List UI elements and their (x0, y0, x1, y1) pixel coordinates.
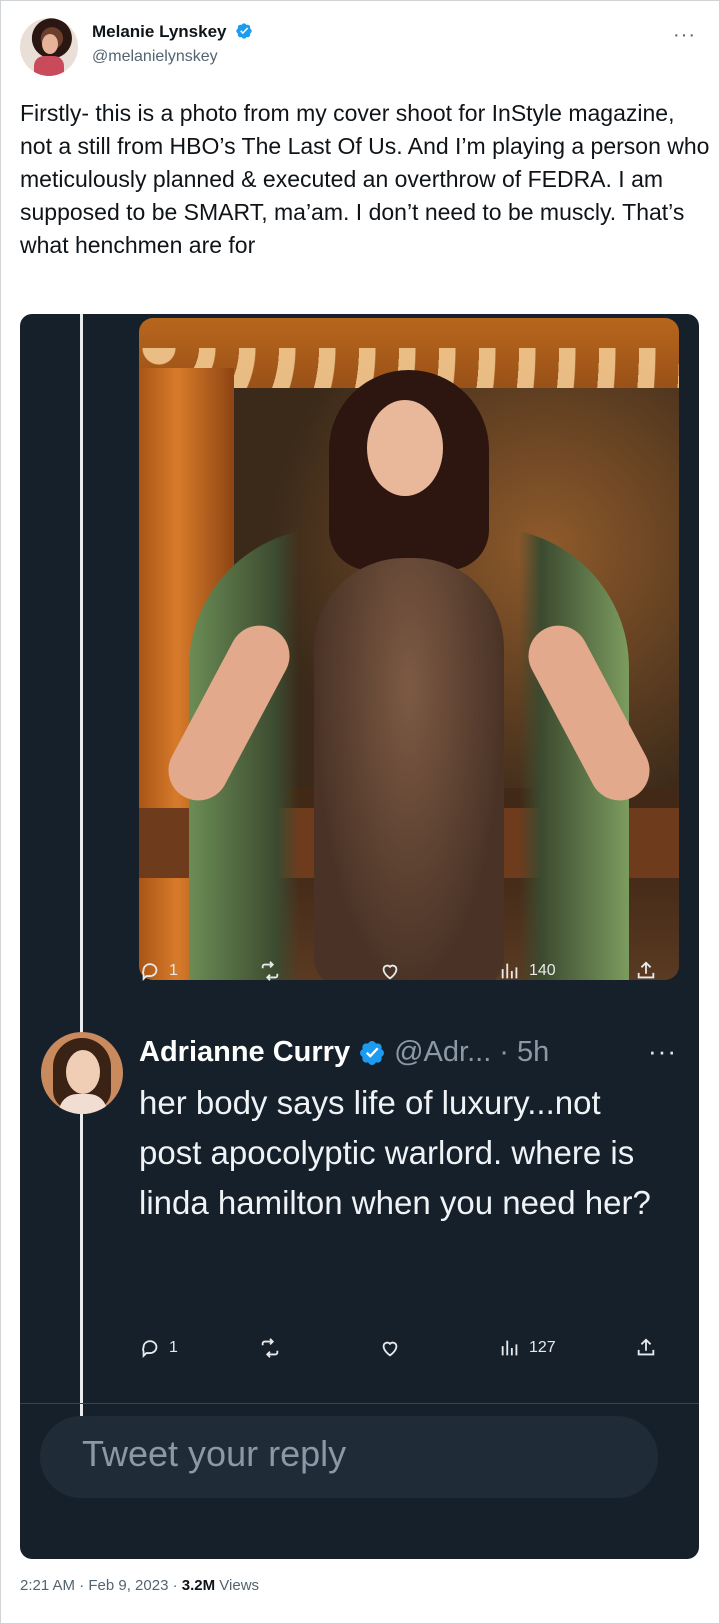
more-options-icon[interactable]: ··· (673, 24, 696, 47)
reply-input[interactable] (80, 1432, 644, 1476)
reply-header: Adrianne Curry @Adr... · 5h (139, 1036, 549, 1069)
reply-action-bar: 1 127 (139, 1337, 679, 1367)
like-button[interactable] (379, 960, 401, 982)
thread-line (80, 314, 83, 1454)
author-name-row[interactable]: Melanie Lynskey (92, 22, 253, 42)
reply-author-handle[interactable]: @Adr... · 5h (394, 1036, 549, 1069)
share-button[interactable] (635, 960, 657, 982)
views-button[interactable]: 127 (499, 1337, 556, 1359)
share-button[interactable] (635, 1337, 657, 1359)
retweet-button[interactable] (259, 1337, 281, 1359)
reply-button[interactable]: 1 (139, 1337, 178, 1359)
reply-icon (142, 963, 158, 982)
author-avatar[interactable] (20, 18, 78, 76)
views-icon (501, 1340, 518, 1356)
tweet-text: Firstly- this is a photo from my cover s… (20, 100, 710, 258)
views-icon (501, 963, 518, 979)
reply-avatar[interactable] (41, 1032, 123, 1114)
reply-avatar-body (59, 1094, 107, 1114)
views-count: 140 (529, 962, 556, 979)
like-icon (382, 964, 398, 980)
reply-text: her body says life of luxury...not post … (139, 1084, 651, 1221)
tweet-meta: 2:21 AM · Feb 9, 2023 · 3.2M Views (20, 1577, 259, 1594)
retweet-button[interactable] (259, 960, 281, 982)
retweet-icon (261, 961, 279, 981)
author-name[interactable]: Melanie Lynskey (92, 22, 227, 41)
photo-dress (314, 558, 504, 980)
avatar-face (42, 34, 58, 54)
reply-avatar-face (66, 1050, 100, 1094)
views-total: 3.2M (181, 1577, 216, 1594)
views-label: Views (215, 1577, 260, 1594)
tweet-photo[interactable] (139, 318, 679, 980)
reply-button[interactable]: 1 (139, 960, 178, 982)
reply-count: 1 (169, 962, 178, 979)
more-options-icon[interactable]: ··· (648, 1036, 677, 1067)
share-icon (637, 1338, 655, 1356)
tweet-timestamp[interactable]: 2:21 AM · Feb 9, 2023 · (20, 1577, 182, 1594)
views-count: 127 (529, 1339, 556, 1356)
like-button[interactable] (379, 1337, 401, 1359)
author-handle[interactable]: @melanielynskey (92, 48, 218, 66)
avatar-shirt (34, 56, 64, 76)
photo-action-bar: 1 140 (139, 960, 679, 990)
photo-face (367, 400, 443, 496)
verified-icon (360, 1040, 385, 1065)
embedded-screenshot: 1 140 Adrianne Curry @Adr... · 5h ··· he… (20, 314, 699, 1559)
views-button[interactable]: 140 (499, 960, 556, 982)
share-icon (637, 961, 655, 979)
reply-composer[interactable] (40, 1416, 658, 1498)
retweet-icon (261, 1338, 279, 1358)
verified-icon (236, 23, 252, 39)
reply-icon (142, 1340, 158, 1359)
divider (20, 1403, 699, 1404)
reply-count: 1 (169, 1339, 178, 1356)
like-icon (382, 1341, 398, 1357)
reply-author-name[interactable]: Adrianne Curry (139, 1036, 350, 1069)
